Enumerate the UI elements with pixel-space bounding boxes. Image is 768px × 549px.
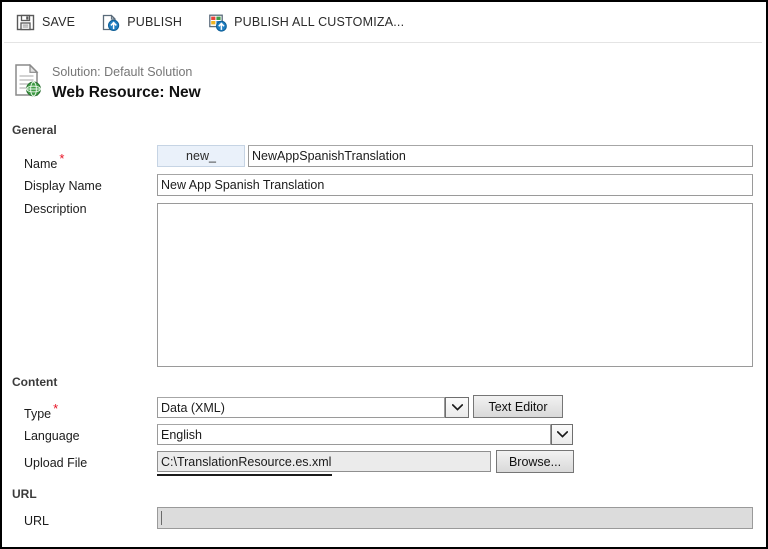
url-input-caret [161, 511, 162, 525]
type-required-asterisk: * [53, 401, 59, 416]
upload-file-label: Upload File [24, 456, 88, 470]
section-heading-url: URL [12, 487, 37, 501]
browse-button[interactable]: Browse... [496, 450, 574, 473]
description-label: Description [24, 202, 87, 216]
publish-all-customizations-button-label: PUBLISH ALL CUSTOMIZA... [234, 15, 405, 29]
name-label: Name * [24, 152, 64, 171]
save-button-label: SAVE [42, 15, 76, 29]
language-label: Language [24, 429, 80, 443]
section-heading-content: Content [12, 375, 58, 389]
type-label: Type * [24, 402, 58, 421]
upload-file-focus-underline [157, 474, 332, 476]
description-textarea[interactable] [157, 203, 753, 367]
type-select[interactable]: Data (XML) [157, 397, 445, 418]
language-select[interactable]: English [157, 424, 551, 445]
publish-button-label: PUBLISH [127, 15, 183, 29]
web-resource-form-window: SAVE PUBLISH PUBLISH ALL CUSTOMIZA... So… [0, 0, 768, 549]
name-label-text: Name [24, 157, 58, 172]
name-input[interactable]: NewAppSpanishTranslation [248, 145, 753, 167]
language-select-chevron-down-icon[interactable] [551, 424, 573, 445]
save-button[interactable]: SAVE [16, 13, 75, 32]
display-name-label: Display Name [24, 179, 102, 193]
url-input[interactable] [157, 507, 753, 529]
publish-all-customizations-button[interactable]: PUBLISH ALL CUSTOMIZA... [208, 13, 404, 32]
publish-all-customizations-icon [209, 14, 227, 32]
type-label-text: Type [24, 407, 52, 422]
text-editor-button[interactable]: Text Editor [473, 395, 563, 418]
name-prefix-box: new_ [157, 145, 245, 167]
command-bar: SAVE PUBLISH PUBLISH ALL CUSTOMIZA... [2, 2, 766, 42]
name-required-asterisk: * [59, 151, 65, 166]
upload-file-input[interactable]: C:\TranslationResource.es.xml [157, 451, 491, 472]
url-label: URL [24, 514, 50, 528]
solution-name: Solution: Default Solution [52, 65, 193, 79]
command-bar-divider [4, 42, 762, 43]
type-select-chevron-down-icon[interactable] [445, 397, 469, 418]
chevron-down-icon [451, 404, 463, 411]
publish-icon [103, 13, 120, 31]
chevron-down-icon [556, 431, 568, 438]
save-disk-icon [16, 14, 35, 30]
web-resource-document-globe-icon [15, 63, 41, 97]
record-header: Solution: Default Solution Web Resource:… [2, 57, 766, 115]
section-heading-general: General [12, 123, 57, 137]
page-title: Web Resource: New [52, 84, 201, 101]
publish-button[interactable]: PUBLISH [101, 13, 182, 32]
display-name-input[interactable]: New App Spanish Translation [157, 174, 753, 196]
